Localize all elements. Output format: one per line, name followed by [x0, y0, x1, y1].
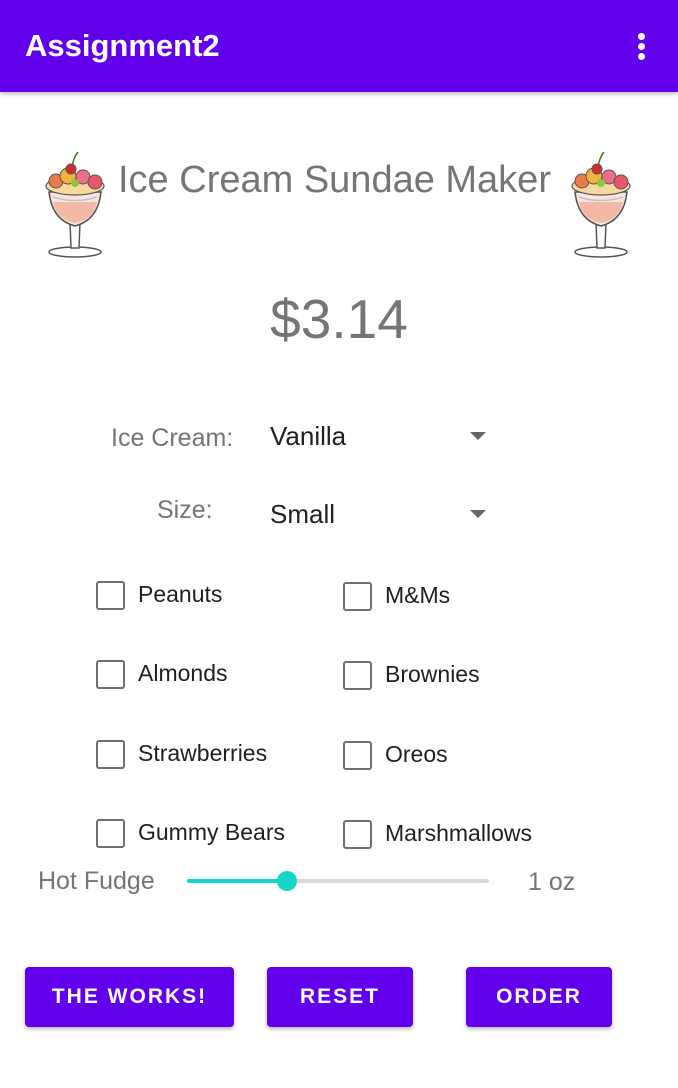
size-label: Size: — [157, 496, 213, 524]
ice-cream-sundae-image-left — [45, 151, 105, 258]
hot-fudge-amount: 1 oz — [528, 868, 576, 896]
topping-checkbox-mms[interactable]: M&Ms — [343, 578, 543, 618]
ice-cream-sundae-image-right — [571, 151, 631, 258]
the-works-button[interactable]: THE WORKS! — [25, 967, 234, 1027]
topping-checkbox-oreos[interactable]: Oreos — [343, 737, 543, 777]
page-title: Ice Cream Sundae Maker — [118, 159, 551, 201]
ice-cream-spinner[interactable]: Vanilla — [262, 410, 498, 462]
more-vert-icon[interactable] — [622, 26, 662, 66]
size-selected-value: Small — [270, 499, 336, 529]
checkbox-icon — [343, 582, 372, 611]
checkbox-icon — [343, 661, 372, 690]
topping-checkbox-almonds[interactable]: Almonds — [96, 656, 296, 696]
hot-fudge-slider[interactable] — [187, 866, 489, 896]
checkbox-icon — [96, 740, 125, 769]
dropdown-arrow-icon — [470, 510, 486, 518]
dropdown-arrow-icon — [470, 432, 486, 440]
topping-checkbox-brownies[interactable]: Brownies — [343, 657, 543, 697]
slider-thumb[interactable] — [277, 871, 297, 891]
slider-fill — [187, 879, 287, 883]
checkbox-icon — [96, 581, 125, 610]
checkbox-icon — [96, 819, 125, 848]
ice-cream-selected-value: Vanilla — [270, 421, 347, 451]
size-spinner[interactable]: Small — [262, 488, 498, 540]
order-button[interactable]: ORDER — [466, 967, 612, 1027]
price-display: $3.14 — [270, 288, 408, 350]
ice-cream-label: Ice Cream: — [111, 424, 234, 452]
checkbox-icon — [343, 741, 372, 770]
checkbox-icon — [96, 660, 125, 689]
topping-checkbox-gummy-bears[interactable]: Gummy Bears — [96, 815, 316, 855]
app-bar: Assignment2 — [0, 0, 678, 92]
checkbox-icon — [343, 820, 372, 849]
reset-button[interactable]: RESET — [267, 967, 413, 1027]
topping-checkbox-strawberries[interactable]: Strawberries — [96, 736, 296, 776]
hot-fudge-label: Hot Fudge — [38, 867, 155, 895]
topping-checkbox-peanuts[interactable]: Peanuts — [96, 577, 296, 617]
topping-checkbox-marshmallows[interactable]: Marshmallows — [343, 816, 563, 856]
app-title: Assignment2 — [25, 28, 220, 63]
